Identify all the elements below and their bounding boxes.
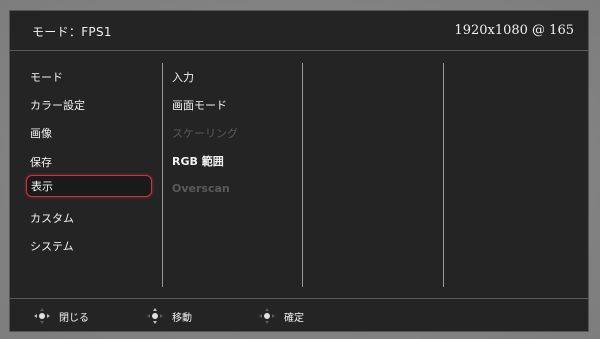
menu-item-mode[interactable]: モード xyxy=(30,69,63,85)
confirm-hint: 確定 xyxy=(259,299,304,333)
column-divider-3 xyxy=(443,63,444,287)
joystick-press-icon xyxy=(259,308,275,324)
submenu-item-scaling: スケーリング xyxy=(172,127,238,140)
column-divider-2 xyxy=(302,63,303,287)
column-divider-1 xyxy=(162,63,163,287)
close-label: 閉じる xyxy=(59,312,89,324)
osd-menu-window: モード：FPS1 1920x1080 @ 165 モード カラー設定 画像 保存… xyxy=(9,10,589,332)
joystick-left-right-icon xyxy=(34,308,50,324)
submenu-item-overscan: Overscan xyxy=(172,182,230,195)
osd-footer: 閉じる 移動 確定 xyxy=(10,298,588,333)
menu-item-picture[interactable]: 画像 xyxy=(30,125,52,141)
confirm-label: 確定 xyxy=(284,312,304,324)
joystick-up-down-icon xyxy=(147,308,163,324)
current-mode-label: モード：FPS1 xyxy=(32,25,112,39)
menu-item-custom[interactable]: カスタム xyxy=(30,210,74,226)
menu-item-display[interactable]: 表示 xyxy=(26,175,152,197)
resolution-readout: 1920x1080 @ 165 xyxy=(454,23,574,38)
move-hint: 移動 xyxy=(147,299,192,333)
move-label: 移動 xyxy=(172,312,192,324)
submenu-item-input[interactable]: 入力 xyxy=(172,69,194,85)
menu-item-system[interactable]: システム xyxy=(30,238,74,254)
menu-item-save[interactable]: 保存 xyxy=(30,154,52,170)
menu-item-color-settings[interactable]: カラー設定 xyxy=(30,97,85,113)
submenu-item-rgb-range[interactable]: RGB 範囲 xyxy=(172,153,224,169)
osd-header: モード：FPS1 1920x1080 @ 165 xyxy=(10,11,588,51)
close-hint: 閉じる xyxy=(34,299,89,333)
submenu-item-screen-mode[interactable]: 画面モード xyxy=(172,97,227,113)
